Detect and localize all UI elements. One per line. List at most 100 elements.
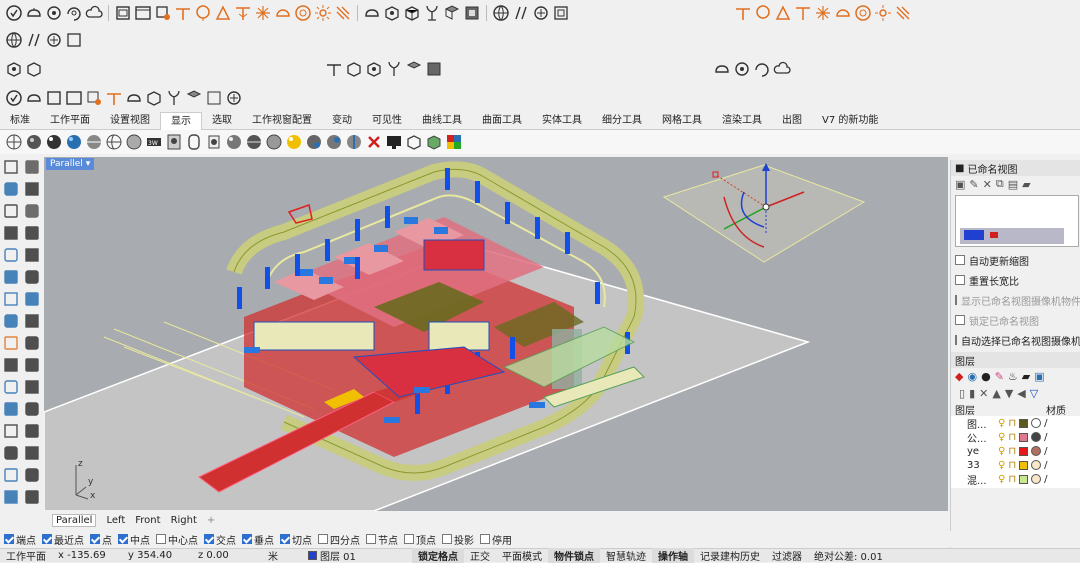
option-checkbox[interactable]	[955, 255, 965, 265]
lock-icon[interactable]: ⊓	[1008, 446, 1016, 457]
rectangle-icon[interactable]	[23, 224, 41, 242]
teapot-icon[interactable]	[125, 89, 143, 107]
material-icon[interactable]	[463, 4, 481, 22]
curve-icon[interactable]	[23, 180, 41, 198]
polygon-icon[interactable]	[2, 246, 20, 264]
parallel-icon[interactable]	[512, 4, 530, 22]
ghosted-icon[interactable]	[65, 133, 83, 151]
box-solid-icon[interactable]	[2, 290, 20, 308]
sphere-icon[interactable]	[325, 133, 343, 151]
save-icon[interactable]: ▣	[955, 178, 965, 191]
viewport-tab[interactable]: Right	[171, 515, 197, 526]
paste-icon[interactable]: ▤	[1008, 178, 1018, 191]
cplane-icon[interactable]	[194, 4, 212, 22]
polyline-icon[interactable]	[2, 180, 20, 198]
layer-color-swatch[interactable]	[1019, 432, 1029, 442]
lock-icon[interactable]: ⊓	[1008, 432, 1016, 443]
ribbon-tab[interactable]: 出图	[772, 112, 812, 130]
arc-icon[interactable]	[2, 224, 20, 242]
teapot-icon[interactable]	[713, 60, 731, 78]
window-icon[interactable]	[45, 89, 63, 107]
status-toggle[interactable]: 记录建构历史	[694, 548, 766, 563]
option-checkbox[interactable]	[955, 275, 965, 285]
move-up-icon[interactable]: ▲	[992, 387, 1000, 400]
osnap-checkbox[interactable]	[480, 534, 490, 544]
delete-icon[interactable]: ✕	[983, 178, 992, 191]
material-icon[interactable]	[405, 60, 423, 78]
display-mode-icon[interactable]	[185, 133, 203, 151]
render-icon[interactable]	[2, 488, 20, 506]
box-icon[interactable]	[25, 60, 43, 78]
ribbon-tab[interactable]: 曲面工具	[472, 112, 532, 130]
pen-icon[interactable]: 3W	[145, 133, 163, 151]
sphere-icon[interactable]	[305, 133, 323, 151]
ribbon-tab[interactable]: 显示	[160, 111, 202, 130]
cloud-icon[interactable]	[773, 60, 791, 78]
rendered-icon[interactable]	[45, 133, 63, 151]
rotate-view-icon[interactable]	[45, 4, 63, 22]
move-parent-icon[interactable]: ◀	[1017, 387, 1025, 400]
ribbon-tab[interactable]: 实体工具	[532, 112, 592, 130]
gear-icon[interactable]	[154, 4, 172, 22]
osnap-checkbox[interactable]	[90, 534, 100, 544]
cplane-icon[interactable]	[754, 4, 772, 22]
box-icon[interactable]	[403, 4, 421, 22]
plant-icon[interactable]	[423, 4, 441, 22]
named-view-option[interactable]: 锁定已命名视图	[951, 310, 1080, 330]
cloud-icon[interactable]	[85, 4, 103, 22]
close-icon[interactable]	[365, 133, 383, 151]
select-arrow-icon[interactable]	[2, 158, 20, 176]
osnap-checkbox[interactable]	[4, 534, 14, 544]
hatch-icon[interactable]	[23, 444, 41, 462]
osnap-checkbox[interactable]	[442, 534, 452, 544]
image-icon[interactable]: ▣	[1034, 370, 1044, 383]
osnap-checkbox[interactable]	[242, 534, 252, 544]
layers-icon[interactable]: ◆	[955, 370, 963, 383]
sphere-solid-icon[interactable]	[23, 290, 41, 308]
split-icon[interactable]	[2, 356, 20, 374]
osnap-checkbox[interactable]	[318, 534, 328, 544]
osnap-checkbox[interactable]	[156, 534, 166, 544]
osnap-checkbox[interactable]	[42, 534, 52, 544]
cplane-icon[interactable]	[794, 4, 812, 22]
freeform-icon[interactable]	[23, 246, 41, 264]
cplane-icon[interactable]	[325, 60, 343, 78]
option-checkbox[interactable]	[955, 295, 957, 305]
osnap-option[interactable]: 点	[90, 532, 112, 547]
frame-icon[interactable]	[65, 31, 83, 49]
window-icon[interactable]	[134, 4, 152, 22]
boolean-icon[interactable]	[2, 334, 20, 352]
teapot-icon[interactable]	[25, 4, 43, 22]
osnap-option[interactable]: 交点	[204, 532, 236, 547]
box-icon[interactable]	[383, 4, 401, 22]
filter-icon[interactable]: ▽	[1030, 387, 1038, 400]
material-icon[interactable]	[185, 89, 203, 107]
add-tab-icon[interactable]: +	[207, 515, 215, 526]
cplane-icon[interactable]	[174, 4, 192, 22]
cplane-icon[interactable]	[254, 4, 272, 22]
dimension-icon[interactable]	[23, 422, 41, 440]
folder-icon[interactable]: ▰	[1022, 178, 1030, 191]
group-icon[interactable]	[23, 466, 41, 484]
sphere-icon[interactable]	[265, 133, 283, 151]
layer-row[interactable]: 楼板♀⊓ /	[951, 486, 1080, 489]
cylinder-icon[interactable]	[2, 312, 20, 330]
cplane-icon[interactable]	[274, 4, 292, 22]
copy-icon[interactable]: ⧉	[996, 177, 1004, 191]
osnap-option[interactable]: 中点	[118, 532, 150, 547]
frame-icon[interactable]	[552, 4, 570, 22]
rotate-icon[interactable]	[23, 378, 41, 396]
layer-color-swatch[interactable]	[1019, 460, 1029, 470]
zoom-icon[interactable]	[45, 31, 63, 49]
display-mode-icon[interactable]	[205, 133, 223, 151]
box-icon[interactable]	[425, 133, 443, 151]
layer-row[interactable]: 公... ♀ ⊓ /	[951, 430, 1080, 445]
osnap-option[interactable]: 顶点	[404, 532, 436, 547]
layer-color-swatch[interactable]	[1019, 474, 1029, 484]
ribbon-tab[interactable]: 细分工具	[592, 112, 652, 130]
cplane-icon[interactable]	[294, 4, 312, 22]
osnap-option[interactable]: 四分点	[318, 532, 360, 547]
status-toggle[interactable]: 锁定格点	[412, 548, 464, 563]
layer-row[interactable]: 图... ♀ ⊓ /	[951, 416, 1080, 431]
status-toggle[interactable]: 过滤器	[766, 548, 808, 563]
